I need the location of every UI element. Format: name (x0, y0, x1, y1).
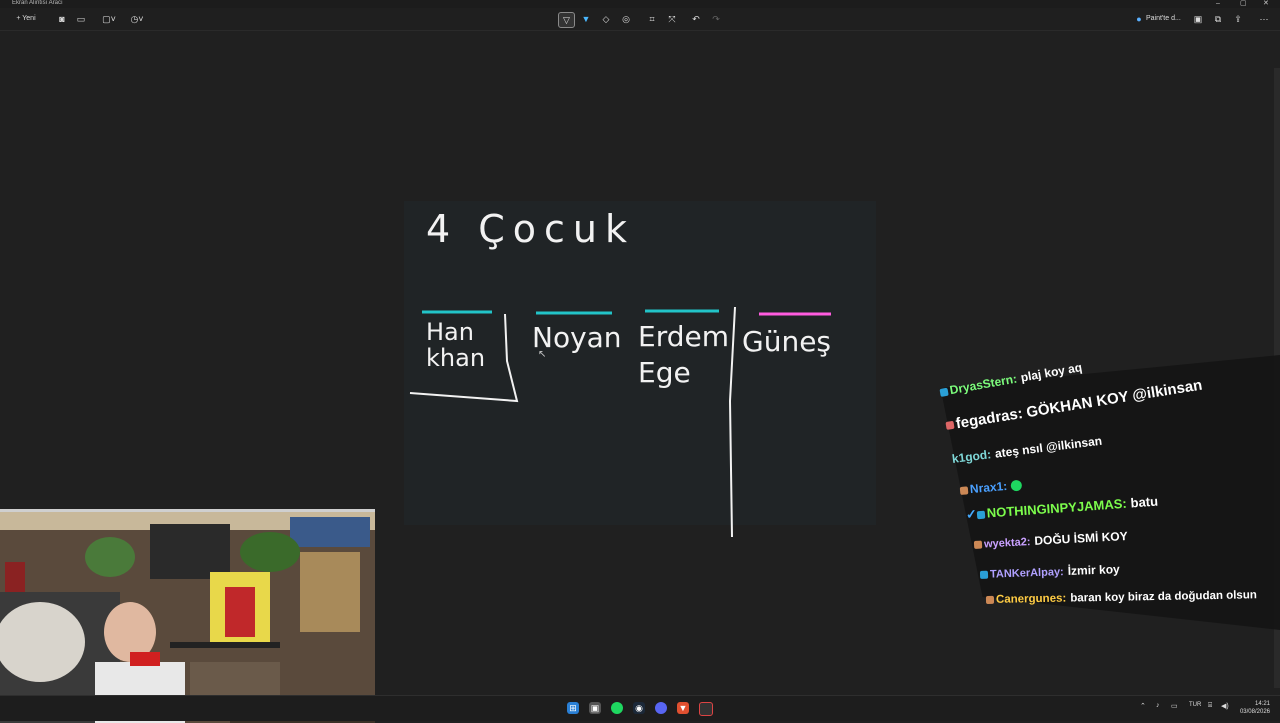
eraser-icon[interactable]: ◇ (600, 12, 612, 26)
language-indicator[interactable]: TUR (1189, 702, 1201, 708)
camera-icon[interactable]: ◙ (56, 12, 68, 26)
badge-icon (959, 486, 969, 495)
network-icon[interactable]: ⌸ (1208, 702, 1212, 710)
app-icon[interactable] (699, 702, 713, 716)
chevron-up-icon[interactable]: ⌃ (1140, 702, 1146, 710)
check-icon: ✓ (965, 506, 978, 522)
shapes-icon[interactable]: ◎ (620, 12, 632, 26)
steam-icon[interactable]: ◉ (633, 702, 645, 714)
highlighter-icon[interactable]: ▼ (580, 12, 592, 26)
save-icon[interactable]: ▣ (1192, 12, 1204, 26)
undo-icon[interactable]: ↶ (690, 12, 702, 26)
redo-icon[interactable]: ↷ (710, 12, 722, 26)
pen-icon[interactable]: ▽ (558, 12, 575, 28)
taskbar: ⊞ ▣ ◉ ▼ ⌃ ♪ ▭ TUR ⌸ ◀) 14:21 03/08/2026 (0, 695, 1280, 721)
badge-icon (979, 570, 989, 579)
clock[interactable]: 14:21 03/08/2026 (1236, 700, 1270, 716)
timer-icon[interactable]: ◷˅ (128, 12, 146, 26)
webcam-scene (0, 512, 375, 723)
snipping-tool-icon[interactable]: ▣ (589, 702, 601, 714)
title-bar: Ekran Alıntısı Aracı – ▢ ✕ (0, 0, 1280, 8)
badge-icon (939, 387, 949, 397)
chat-overlay: DryasStern: plaj koy aq fegadras:GÖKHAN K… (930, 355, 1280, 630)
name-gunes: Güneş (742, 325, 832, 358)
start-icon[interactable]: ⊞ (567, 702, 579, 714)
close-icon[interactable]: ✕ (1263, 0, 1269, 7)
copy-icon[interactable]: ⧉ (1212, 12, 1224, 26)
new-button[interactable]: + Yeni (10, 12, 42, 26)
mouse-cursor-icon: ↖ (538, 349, 547, 360)
brave-icon[interactable]: ▼ (677, 702, 689, 714)
share-icon[interactable]: ⇪ (1232, 12, 1244, 26)
webcam-feed (0, 509, 375, 723)
mic-icon[interactable]: ♪ (1156, 702, 1160, 709)
paint-icon: ● (1136, 14, 1142, 24)
clock-date: 03/08/2026 (1239, 709, 1270, 715)
open-in-paint-button[interactable]: Paint'te d... (1146, 12, 1184, 26)
maximize-icon[interactable]: ▢ (1240, 0, 1247, 7)
badge-icon (985, 595, 995, 604)
divider-stroke (728, 306, 736, 538)
screenshot-board: 4 Çocuk Han khan Noyan Erdem Ege Güneş ↖ (404, 201, 876, 538)
discord-icon[interactable] (655, 702, 667, 714)
name-erdem-ege: Erdem Ege (638, 320, 729, 389)
minimize-icon[interactable]: – (1216, 0, 1220, 7)
window-title: Ekran Alıntısı Aracı (12, 0, 63, 6)
clock-time: 14:21 (1254, 701, 1270, 707)
video-icon[interactable]: ▭ (75, 12, 87, 26)
badge-icon (976, 510, 986, 519)
badge-icon (973, 540, 983, 549)
badge-icon (945, 420, 955, 430)
emote-icon (1010, 479, 1023, 492)
crop-icon[interactable]: ⌗ (646, 12, 658, 26)
more-icon[interactable]: ⋯ (1258, 12, 1270, 26)
toolbar: + Yeni ◙ ▭ ▢˅ ◷˅ ▽ ▼ ◇ ◎ ⌗ ⤧ ↶ ↷ ● Paint… (0, 8, 1280, 31)
volume-icon[interactable]: ◀) (1221, 702, 1229, 710)
name-han-khan: Han khan (426, 318, 486, 372)
shape-mode-icon[interactable]: ▢˅ (100, 12, 118, 26)
text-extract-icon[interactable]: ⤧ (666, 12, 678, 26)
spotify-icon[interactable] (611, 702, 623, 714)
display-icon[interactable]: ▭ (1171, 702, 1178, 710)
